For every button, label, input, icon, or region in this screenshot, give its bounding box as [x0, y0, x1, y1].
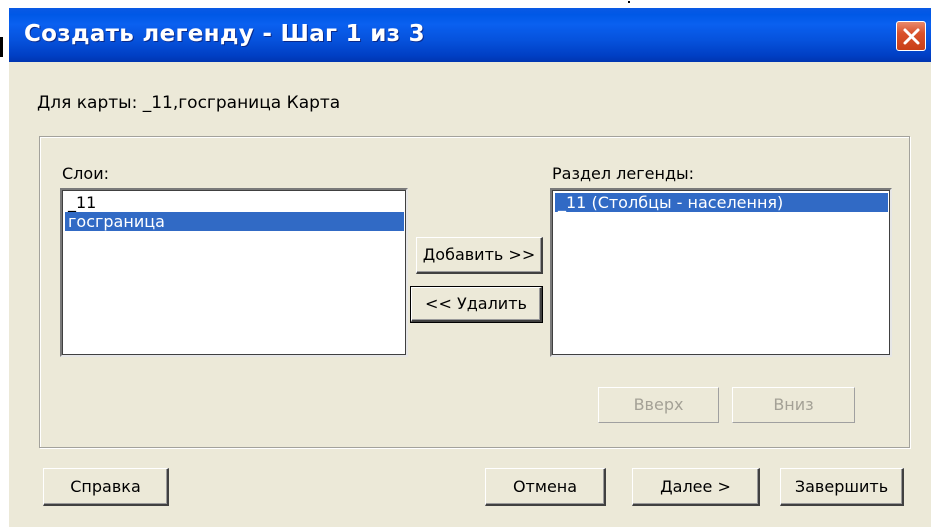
next-button-label: Далее >	[660, 477, 731, 496]
layers-listbox[interactable]: _11 госграница	[60, 188, 408, 357]
window-edge-mark	[0, 37, 3, 57]
layers-list-item[interactable]: _11	[65, 193, 404, 212]
move-down-button-label: Вниз	[773, 395, 814, 414]
window-title: Создать легенду - Шаг 1 из 3	[24, 21, 425, 47]
move-up-button-label: Вверх	[633, 395, 684, 414]
title-bar[interactable]: Создать легенду - Шаг 1 из 3	[9, 8, 931, 62]
layers-list-item-label: _11	[68, 193, 97, 212]
layers-list-item[interactable]: госграница	[65, 212, 404, 231]
move-down-button[interactable]: Вниз	[732, 387, 855, 423]
cancel-button-label: Отмена	[512, 477, 578, 496]
legend-section-list-item[interactable]: _11 (Столбцы - населення)	[555, 193, 888, 212]
finish-button[interactable]: Завершить	[780, 468, 904, 506]
remove-button[interactable]: << Удалить	[410, 286, 543, 323]
add-button[interactable]: Добавить >>	[416, 237, 543, 274]
legend-section-listbox[interactable]: _11 (Столбцы - населення)	[550, 188, 892, 357]
close-button[interactable]	[896, 21, 926, 51]
layers-list-item-label: госграница	[68, 212, 165, 231]
close-icon	[903, 28, 920, 45]
legend-section-label: Раздел легенды:	[552, 164, 695, 183]
legend-section-list-item-label: _11 (Столбцы - населення)	[558, 193, 784, 212]
help-button[interactable]: Справка	[43, 468, 169, 506]
add-button-label: Добавить >>	[422, 245, 536, 264]
map-info-text: Для карты: _11,госграница Карта	[37, 93, 341, 113]
stray-pixel	[628, 1, 630, 3]
dialog-window: Создать легенду - Шаг 1 из 3 Для карты: …	[9, 8, 931, 527]
help-button-label: Справка	[70, 477, 141, 496]
next-button[interactable]: Далее >	[632, 468, 760, 506]
remove-button-label: << Удалить	[425, 294, 527, 313]
move-up-button[interactable]: Вверх	[598, 387, 719, 423]
cancel-button[interactable]: Отмена	[485, 468, 606, 506]
layers-label: Слои:	[62, 164, 109, 183]
finish-button-label: Завершить	[794, 477, 889, 496]
